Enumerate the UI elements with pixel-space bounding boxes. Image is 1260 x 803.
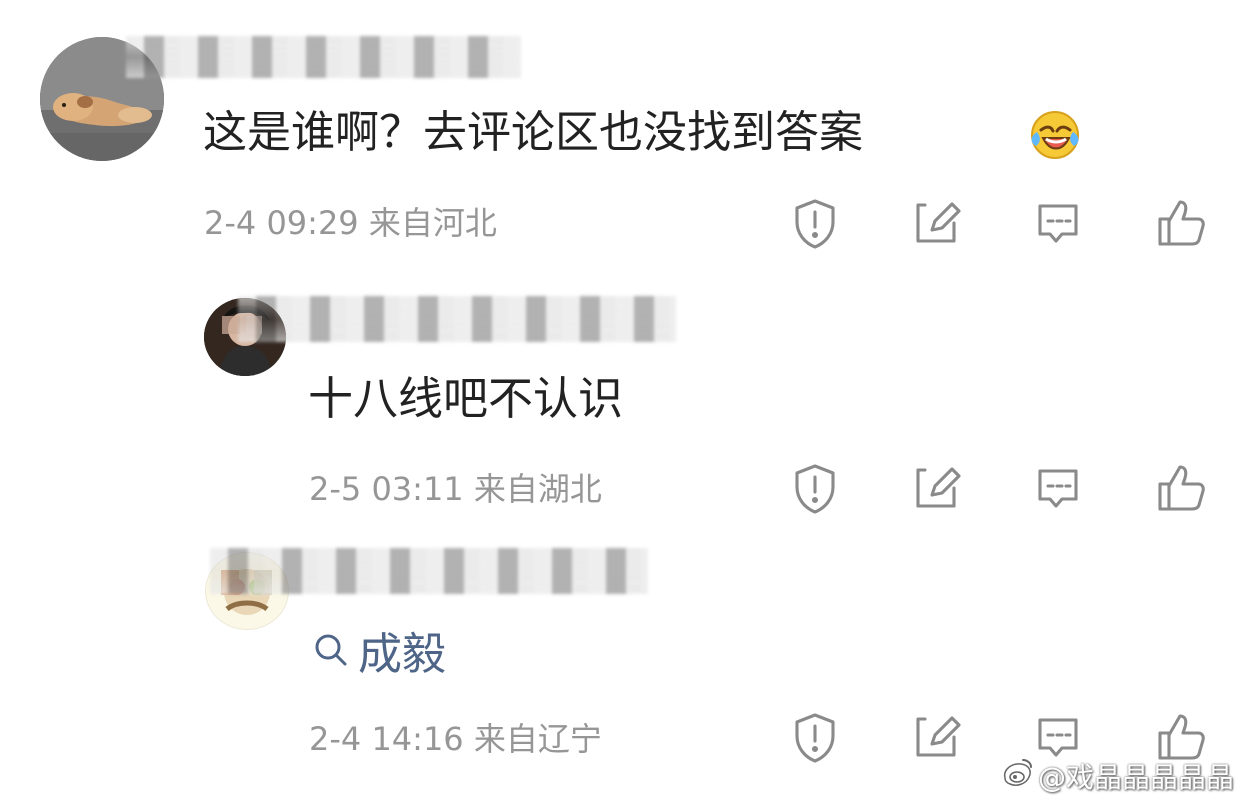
comment-meta: 2-4 14:16 来自辽宁 — [309, 723, 602, 755]
comment-time: 2-5 03:11 — [309, 470, 464, 508]
repost-button[interactable] — [907, 194, 965, 252]
shield-exclamation-icon — [795, 464, 835, 514]
comment-actions — [786, 194, 1216, 252]
shield-exclamation-icon — [795, 199, 835, 249]
comment-location: 来自湖北 — [473, 470, 602, 508]
comment-meta: 2-5 03:11 来自湖北 — [309, 473, 602, 505]
edit-share-icon — [916, 716, 961, 757]
thumbs-up-icon — [1158, 465, 1205, 511]
shield-exclamation-icon — [795, 713, 835, 763]
search-link[interactable]: 成毅 — [312, 626, 446, 680]
edit-share-icon — [916, 467, 961, 508]
blurred-username[interactable] — [238, 296, 676, 342]
reply-button[interactable] — [1029, 194, 1087, 252]
report-button[interactable] — [786, 194, 844, 252]
weibo-icon — [998, 755, 1034, 789]
blurred-username[interactable] — [210, 548, 648, 594]
laughing-crying-emoji — [1029, 109, 1081, 161]
watermark-text: @戏晶晶晶晶晶 — [1038, 761, 1235, 794]
comment-time: 2-4 09:29 — [204, 204, 359, 242]
comment-actions — [786, 459, 1216, 517]
blurred-username[interactable] — [126, 36, 521, 78]
like-button[interactable] — [1151, 194, 1209, 252]
comment-meta: 2-4 09:29 来自河北 — [204, 207, 497, 239]
search-icon — [312, 631, 350, 669]
comment-text: 这是谁啊？去评论区也没找到答案 — [203, 107, 863, 158]
message-icon — [1038, 204, 1078, 243]
comment-text: 十八线吧不认识 — [308, 372, 624, 425]
report-button[interactable] — [786, 708, 844, 766]
search-link-label: 成毅 — [358, 629, 446, 680]
like-button[interactable] — [1151, 459, 1209, 517]
edit-share-icon — [916, 202, 961, 243]
comment-location: 来自河北 — [368, 204, 497, 242]
comment-time: 2-4 14:16 — [309, 720, 464, 758]
message-icon — [1038, 469, 1078, 508]
report-button[interactable] — [786, 459, 844, 517]
reply-button[interactable] — [1029, 459, 1087, 517]
repost-button[interactable] — [907, 459, 965, 517]
comment-location: 来自辽宁 — [473, 720, 602, 758]
thumbs-up-icon — [1158, 200, 1205, 246]
comment-thread: 这是谁啊？去评论区也没找到答案 2-4 09:29 来自河北 十八线吧不认识 2… — [0, 0, 1260, 803]
repost-button[interactable] — [907, 708, 965, 766]
